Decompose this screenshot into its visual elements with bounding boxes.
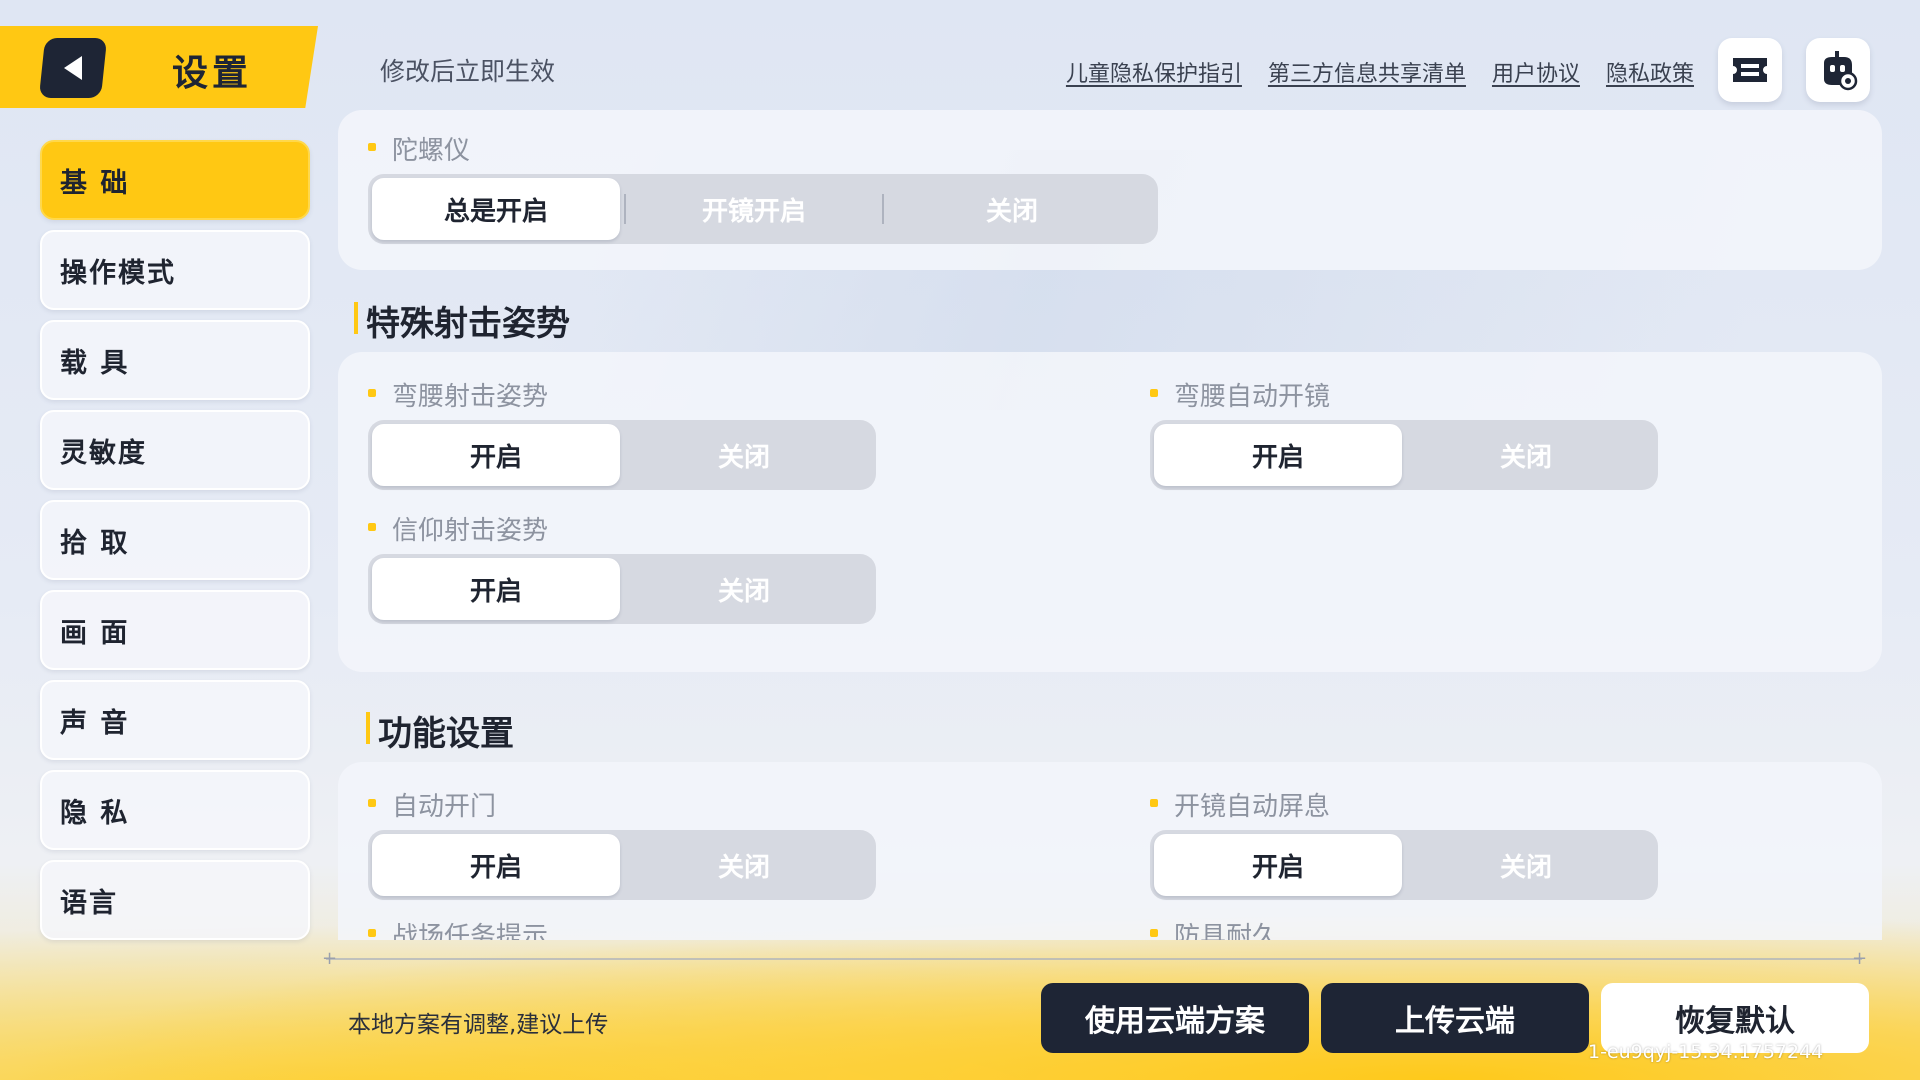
- armor-durability-label: 防具耐久: [1150, 916, 1278, 940]
- back-arrow-icon: [64, 56, 82, 80]
- auto-door-off[interactable]: 关闭: [620, 834, 868, 896]
- faith-stance-label: 信仰射击姿势: [368, 510, 548, 547]
- gyro-label: 陀螺仪: [368, 130, 470, 167]
- sidebar-item-basic[interactable]: 基 础: [40, 140, 310, 220]
- crouch-stance-off[interactable]: 关闭: [620, 424, 868, 486]
- link-privacy-policy[interactable]: 隐私政策: [1606, 56, 1694, 88]
- auto-door-toggle: 开启 关闭: [368, 830, 876, 900]
- ticket-button[interactable]: [1718, 38, 1782, 102]
- upload-hint: 本地方案有调整,建议上传: [348, 1012, 609, 1038]
- link-third-party-sharing[interactable]: 第三方信息共享清单: [1268, 56, 1466, 88]
- crouch-scope-label: 弯腰自动开镜: [1150, 376, 1330, 413]
- scope-breath-label: 开镜自动屏息: [1150, 786, 1330, 823]
- gyro-option-off[interactable]: 关闭: [884, 178, 1140, 240]
- function-settings-card: 自动开门 开启 关闭 开镜自动屏息 开启 关闭 战场任务提示 防具耐久: [338, 762, 1882, 940]
- auto-door-label: 自动开门: [368, 786, 496, 823]
- back-button[interactable]: [38, 38, 108, 98]
- link-user-agreement[interactable]: 用户协议: [1492, 56, 1580, 88]
- scope-breath-toggle: 开启 关闭: [1150, 830, 1658, 900]
- gyro-card: 陀螺仪 总是开启 开镜开启 关闭: [338, 110, 1882, 270]
- crouch-stance-toggle: 开启 关闭: [368, 420, 876, 490]
- sidebar-item-language[interactable]: 语言: [40, 860, 310, 940]
- sidebar-item-control-mode[interactable]: 操作模式: [40, 230, 310, 310]
- ticket-icon: [1733, 58, 1767, 82]
- apply-hint: 修改后立即生效: [380, 57, 556, 86]
- sidebar-item-pickup[interactable]: 拾 取: [40, 500, 310, 580]
- link-child-privacy[interactable]: 儿童隐私保护指引: [1066, 56, 1242, 88]
- crouch-scope-off[interactable]: 关闭: [1402, 424, 1650, 486]
- crouch-stance-label: 弯腰射击姿势: [368, 376, 548, 413]
- faith-stance-on[interactable]: 开启: [372, 558, 620, 620]
- sidebar-item-graphics[interactable]: 画 面: [40, 590, 310, 670]
- faith-stance-off[interactable]: 关闭: [620, 558, 868, 620]
- bottom-separator: [326, 958, 1862, 960]
- robot-settings-icon: [1824, 51, 1858, 91]
- separator-mark: +: [1852, 948, 1868, 969]
- version-label: 1-eu9qyj-15.34.1757244: [1588, 1041, 1824, 1063]
- gyro-option-always[interactable]: 总是开启: [372, 178, 620, 240]
- auto-door-on[interactable]: 开启: [372, 834, 620, 896]
- separator-mark: +: [322, 948, 338, 969]
- scope-breath-on[interactable]: 开启: [1154, 834, 1402, 896]
- use-cloud-plan-button[interactable]: 使用云端方案: [1041, 983, 1309, 1053]
- crouch-stance-on[interactable]: 开启: [372, 424, 620, 486]
- section-title-function-settings: 功能设置: [366, 706, 514, 755]
- upload-cloud-button[interactable]: 上传云端: [1321, 983, 1589, 1053]
- faith-stance-toggle: 开启 关闭: [368, 554, 876, 624]
- settings-content[interactable]: 陀螺仪 总是开启 开镜开启 关闭 特殊射击姿势 弯腰射击姿势 开启 关闭 弯腰自…: [338, 110, 1884, 940]
- gyro-segmented-control: 总是开启 开镜开启 关闭: [368, 174, 1158, 244]
- battle-task-hint-label: 战场任务提示: [368, 916, 548, 940]
- section-title-special-stance: 特殊射击姿势: [354, 296, 570, 345]
- crouch-scope-toggle: 开启 关闭: [1150, 420, 1658, 490]
- page-title: 设置: [172, 53, 253, 94]
- sidebar-item-vehicle[interactable]: 载 具: [40, 320, 310, 400]
- policy-links: 儿童隐私保护指引 第三方信息共享清单 用户协议 隐私政策: [1066, 56, 1694, 88]
- gyro-option-scope[interactable]: 开镜开启: [626, 178, 882, 240]
- sidebar-item-privacy[interactable]: 隐 私: [40, 770, 310, 850]
- scope-breath-off[interactable]: 关闭: [1402, 834, 1650, 896]
- sidebar-item-sound[interactable]: 声 音: [40, 680, 310, 760]
- sidebar-item-sensitivity[interactable]: 灵敏度: [40, 410, 310, 490]
- robot-settings-button[interactable]: [1806, 38, 1870, 102]
- special-stance-card: 弯腰射击姿势 开启 关闭 弯腰自动开镜 开启 关闭 信仰射击姿势 开启 关闭: [338, 352, 1882, 672]
- settings-sidebar: 基 础 操作模式 载 具 灵敏度 拾 取 画 面 声 音 隐 私 语言: [40, 140, 310, 950]
- crouch-scope-on[interactable]: 开启: [1154, 424, 1402, 486]
